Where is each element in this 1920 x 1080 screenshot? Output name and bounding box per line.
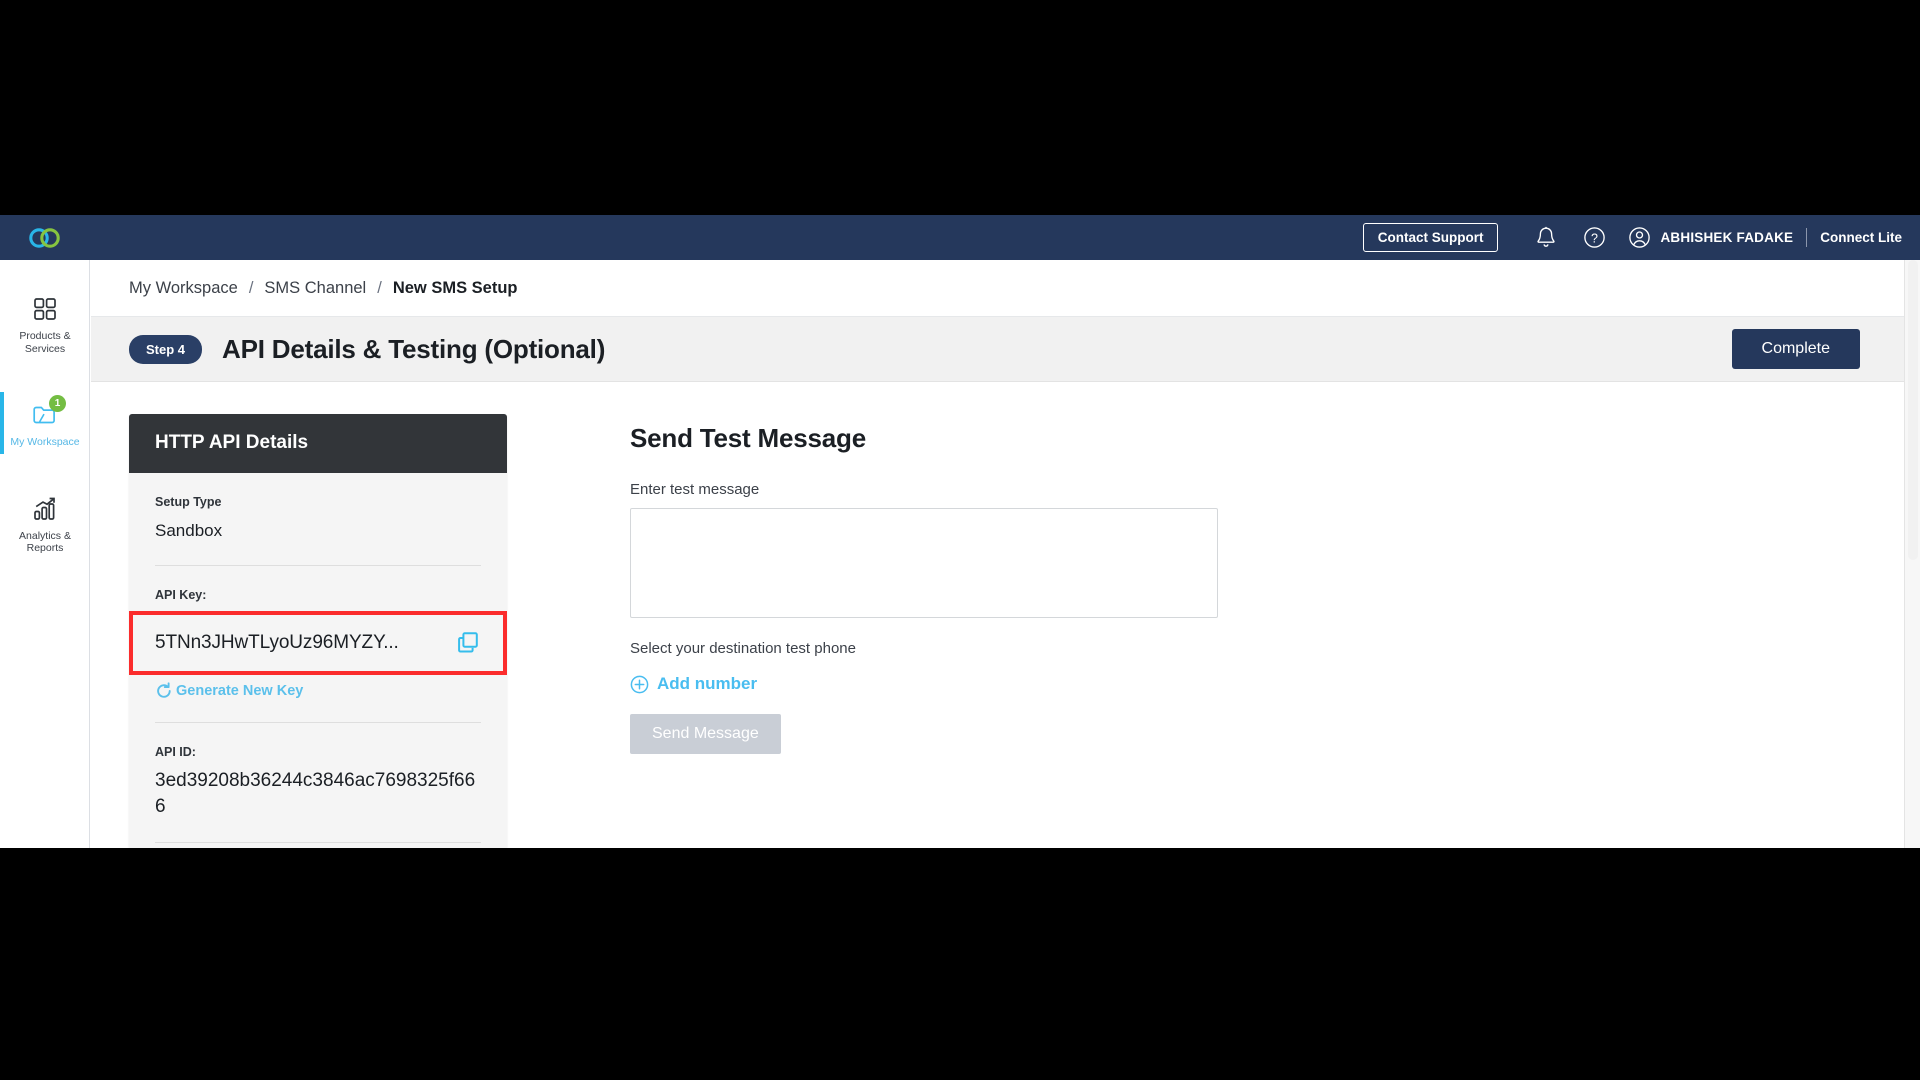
sidebar-item-my-workspace[interactable]: 1 My Workspace (0, 388, 90, 464)
contact-support-button[interactable]: Contact Support (1363, 223, 1499, 252)
breadcrumb: My Workspace / SMS Channel / New SMS Set… (91, 260, 1906, 317)
destination-phone-label: Select your destination test phone (630, 640, 1906, 657)
add-number-link[interactable]: Add number (630, 674, 1906, 694)
card-header: HTTP API Details (129, 414, 507, 473)
add-number-label: Add number (657, 674, 757, 694)
grid-squares-icon (30, 295, 60, 323)
setup-type-value: Sandbox (155, 518, 481, 543)
topbar-divider (1806, 228, 1807, 247)
app-logo[interactable] (0, 215, 90, 260)
sidebar-item-label: Products & Services (4, 330, 86, 355)
breadcrumb-item-new-sms-setup: New SMS Setup (393, 279, 518, 298)
bell-icon (1535, 226, 1557, 249)
help-button[interactable]: ? (1577, 221, 1611, 255)
api-key-highlight-box: 5TNn3JHwTLyoUz96MYZY... (129, 611, 507, 675)
left-nav-rail: Products & Services 1 My Workspace (0, 260, 90, 848)
folder-icon: 1 (30, 401, 60, 429)
complete-button[interactable]: Complete (1732, 329, 1860, 369)
setup-type-label: Setup Type (155, 495, 481, 509)
user-menu[interactable]: ABHISHEK FADAKE (1628, 226, 1793, 249)
page-title: API Details & Testing (Optional) (222, 334, 605, 365)
api-key-row: 5TNn3JHwTLyoUz96MYZY... (155, 615, 481, 671)
http-api-details-card: HTTP API Details Setup Type Sandbox API … (129, 414, 507, 848)
api-id-field: API ID: 3ed39208b36244c3846ac7698325f666 (155, 723, 481, 820)
api-id-label: API ID: (155, 745, 481, 759)
main-content: My Workspace / SMS Channel / New SMS Set… (91, 260, 1906, 848)
infinity-logo-icon (28, 227, 62, 249)
topbar-actions: Contact Support ? (1363, 215, 1920, 260)
sidebar-item-analytics-reports[interactable]: Analytics & Reports (0, 482, 90, 570)
card-body: Setup Type Sandbox API Key: 5TNn3JHwTLyo… (129, 473, 507, 848)
send-test-message-title: Send Test Message (630, 423, 1906, 454)
api-key-field: API Key: 5TNn3JHwTLyoUz96MYZY... (155, 566, 481, 700)
refresh-icon (155, 682, 173, 700)
vertical-scrollbar-thumb[interactable] (1908, 260, 1918, 560)
svg-text:?: ? (1591, 231, 1598, 245)
plus-circle-icon (630, 675, 649, 694)
breadcrumb-separator: / (377, 279, 382, 298)
api-id-value: 3ed39208b36244c3846ac7698325f666 (155, 768, 481, 820)
top-navigation-bar: Contact Support ? (0, 215, 1920, 260)
panels-row: HTTP API Details Setup Type Sandbox API … (91, 382, 1906, 848)
user-circle-icon (1628, 226, 1651, 249)
send-message-button[interactable]: Send Message (630, 714, 781, 754)
step-badge: Step 4 (129, 335, 202, 364)
api-key-value: 5TNn3JHwTLyoUz96MYZY... (155, 632, 399, 654)
breadcrumb-separator: / (249, 279, 254, 298)
browser-viewport: Contact Support ? (0, 215, 1920, 848)
tenant-name-label[interactable]: Connect Lite (1820, 230, 1902, 245)
step-header-bar: Step 4 API Details & Testing (Optional) … (91, 317, 1906, 382)
code-library-heading: Code Library (155, 843, 481, 848)
sidebar-item-label: My Workspace (10, 436, 79, 449)
api-key-label: API Key: (155, 588, 481, 602)
enter-test-message-label: Enter test message (630, 481, 1906, 498)
send-test-message-panel: Send Test Message Enter test message Sel… (507, 414, 1906, 848)
bar-chart-trend-icon (30, 495, 60, 523)
generate-new-key-link[interactable]: Generate New Key (155, 682, 481, 700)
user-name-label: ABHISHEK FADAKE (1660, 230, 1793, 245)
test-message-input[interactable] (630, 508, 1218, 618)
sidebar-item-products-services[interactable]: Products & Services (0, 282, 90, 370)
breadcrumb-item-my-workspace[interactable]: My Workspace (129, 279, 238, 298)
sidebar-badge-count: 1 (49, 395, 66, 412)
copy-icon[interactable] (455, 630, 481, 656)
breadcrumb-item-sms-channel[interactable]: SMS Channel (264, 279, 366, 298)
generate-new-key-label: Generate New Key (176, 683, 303, 699)
sidebar-item-label: Analytics & Reports (4, 530, 86, 555)
vertical-scrollbar-track[interactable] (1904, 260, 1920, 848)
setup-type-field: Setup Type Sandbox (155, 473, 481, 543)
question-circle-icon: ? (1583, 226, 1606, 249)
notifications-button[interactable] (1529, 221, 1563, 255)
